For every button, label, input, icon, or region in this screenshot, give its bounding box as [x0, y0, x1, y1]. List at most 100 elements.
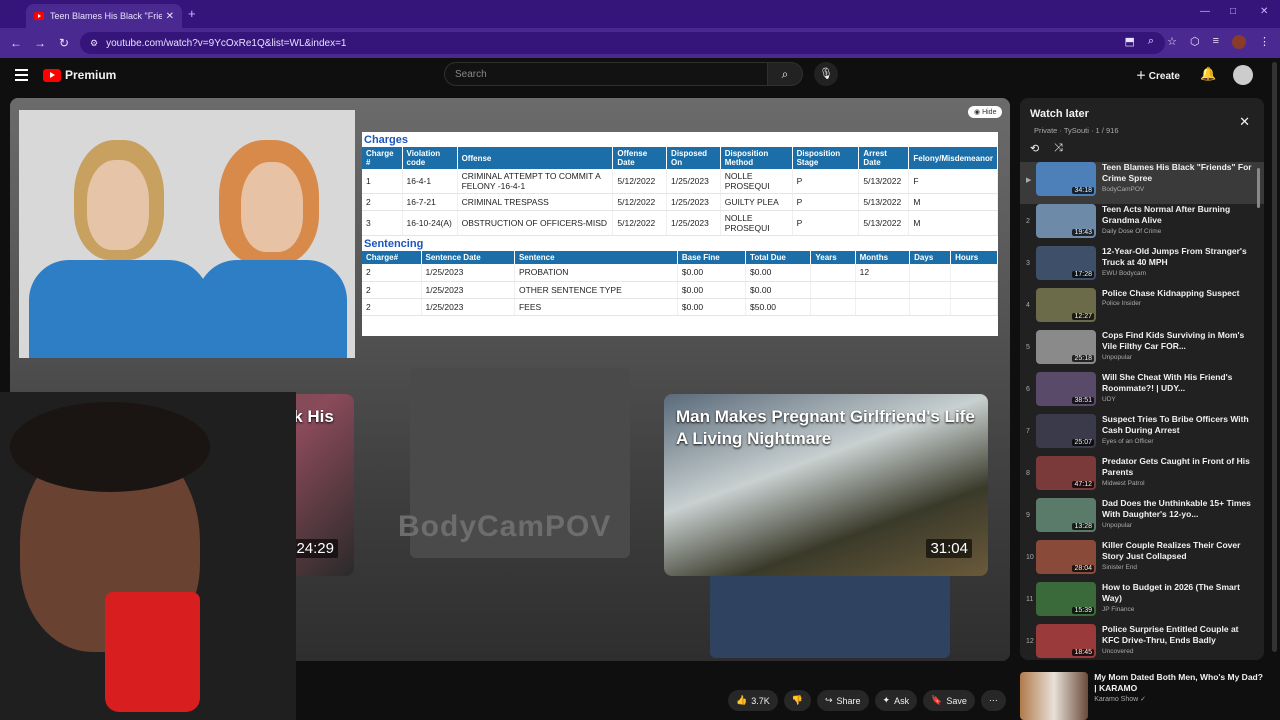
- playlist-channel: Uncovered: [1102, 647, 1134, 655]
- streamer-facecam: [0, 392, 296, 720]
- like-button[interactable]: 👍 3.7K: [728, 690, 778, 711]
- playlist-index: 7: [1026, 428, 1030, 435]
- table-cell: 1/25/2023: [666, 193, 721, 211]
- table-cell: [855, 298, 911, 316]
- back-icon[interactable]: ←: [4, 36, 28, 50]
- playlist-title: Watch later: [1030, 108, 1089, 120]
- court-records-panel: Charges Charge # Violation code Offense Off…: [362, 132, 998, 336]
- endcard-video-2[interactable]: Man Makes Pregnant Girlfriend's Life A L…: [664, 394, 988, 576]
- youtube-header: Premium Search ⌕ 🎙 ＋ Create 🔔: [0, 58, 1280, 94]
- table-cell: 1: [362, 169, 403, 194]
- account-avatar[interactable]: [1233, 65, 1253, 85]
- voice-search-button[interactable]: 🎙: [814, 62, 838, 86]
- video-actions: 👍 3.7K 👎 ↪ Share ✦ Ask 🔖 Save ⋯: [728, 690, 1006, 711]
- table-row: 3 16-10-24(A) OBSTRUCTION OF OFFICERS-MISD…: [362, 210, 998, 236]
- table-cell: 5/13/2022: [858, 193, 910, 211]
- close-window-icon[interactable]: ✕: [1260, 6, 1268, 17]
- table-cell: 5/13/2022: [858, 169, 910, 194]
- media-icon[interactable]: ≡: [1213, 35, 1219, 49]
- playlist-item[interactable]: 9 13:28 Dad Does the Unthinkable 15+ Times…: [1020, 498, 1264, 540]
- table-cell: $50.00: [745, 298, 812, 316]
- playlist-item[interactable]: 6 38:51 Will She Cheat With His Friend's R…: [1020, 372, 1264, 414]
- playlist-video-title: Will She Cheat With His Friend's Roommat…: [1102, 372, 1233, 394]
- table-cell: 1/25/2023: [666, 169, 721, 194]
- endcard-duration: 24:29: [292, 539, 338, 558]
- red-cup: [105, 592, 200, 712]
- hide-button[interactable]: ◉ Hide: [968, 106, 1003, 118]
- face-right: [241, 162, 303, 252]
- playlist-duration: 15:39: [1072, 607, 1094, 614]
- loop-icon[interactable]: ⟲: [1030, 142, 1039, 155]
- playlist-item[interactable]: 12 18:45 Police Surprise Entitled Couple a…: [1020, 624, 1264, 660]
- like-count: 3.7K: [751, 695, 770, 706]
- playlist-item[interactable]: 2 19:43 Teen Acts Normal After Burning Gra…: [1020, 204, 1264, 246]
- page-scrollbar[interactable]: [1272, 62, 1277, 652]
- table-cell: CRIMINAL ATTEMPT TO COMMIT A FELONY -16-…: [457, 169, 614, 194]
- more-actions-button[interactable]: ⋯: [980, 690, 1006, 711]
- hamburger-menu-icon[interactable]: [15, 69, 28, 84]
- maximize-icon[interactable]: □: [1230, 6, 1236, 17]
- mugshot-image: [19, 110, 355, 358]
- profile-avatar[interactable]: [1232, 35, 1246, 49]
- search-button[interactable]: ⌕: [767, 62, 803, 86]
- install-icon[interactable]: ⬒: [1125, 35, 1135, 49]
- playlist-item[interactable]: 3 17:28 12-Year-Old Jumps From Stranger's …: [1020, 246, 1264, 288]
- column-header: Days: [909, 251, 952, 264]
- close-tab-icon[interactable]: ✕: [166, 11, 174, 22]
- shuffle-icon[interactable]: ⤨: [1054, 142, 1063, 155]
- create-button[interactable]: ＋ Create: [1136, 67, 1180, 82]
- playlist-scrollbar[interactable]: [1257, 168, 1260, 208]
- playlist-item[interactable]: 4 12:27 Police Chase Kidnapping Suspect Pol…: [1020, 288, 1264, 330]
- playlist-video-title: Dad Does the Unthinkable 15+ Times With …: [1102, 498, 1251, 520]
- table-cell: 16-4-1: [402, 169, 458, 194]
- table-cell: 5/12/2022: [612, 193, 668, 211]
- search-icon: ⌕: [781, 67, 789, 81]
- playlist-index: 12: [1026, 638, 1034, 645]
- bookmark-star-icon[interactable]: ☆: [1167, 35, 1177, 49]
- playlist-item[interactable]: 7 25:07 Suspect Tries To Bribe Officers Wi…: [1020, 414, 1264, 456]
- minimize-icon[interactable]: —: [1200, 6, 1210, 17]
- recommended-video[interactable]: My Mom Dated Both Men, Who's My Dad? | K…: [1020, 672, 1264, 720]
- table-cell: FEES: [514, 298, 678, 316]
- ask-button[interactable]: ✦ Ask: [874, 690, 918, 711]
- search-input[interactable]: Search: [444, 62, 768, 86]
- close-playlist-icon[interactable]: ✕: [1239, 114, 1250, 130]
- extensions-icon[interactable]: ⬡: [1190, 35, 1200, 49]
- playlist-duration: 34:18: [1072, 187, 1094, 194]
- playlist-item[interactable]: 10 28:04 Killer Couple Realizes Their Cove…: [1020, 540, 1264, 582]
- address-bar[interactable]: ⚙ youtube.com/watch?v=9YcOxRe1Q&list=WL&…: [80, 32, 1165, 54]
- toolbar-icons: ⬒ ⌕ ☆ ⬡ ≡ ⋮: [1125, 35, 1270, 49]
- zoom-icon[interactable]: ⌕: [1148, 35, 1154, 49]
- playlist-thumbnail: 34:18: [1036, 162, 1096, 196]
- reload-icon[interactable]: ↻: [52, 36, 76, 50]
- column-header: Offense Date: [612, 147, 668, 169]
- forward-icon[interactable]: →: [28, 36, 52, 50]
- youtube-logo[interactable]: Premium: [43, 68, 116, 82]
- new-tab-icon[interactable]: +: [188, 6, 196, 21]
- share-button[interactable]: ↪ Share: [816, 690, 869, 711]
- plus-icon: ＋: [1136, 71, 1146, 82]
- table-cell: [950, 281, 998, 299]
- menu-icon[interactable]: ⋮: [1259, 35, 1270, 49]
- playlist-item[interactable]: 11 15:39 How to Budget in 2026 (The Smart …: [1020, 582, 1264, 624]
- notifications-bell-icon[interactable]: 🔔: [1200, 66, 1216, 82]
- dislike-button[interactable]: 👎: [783, 690, 811, 711]
- table-cell: 2: [362, 193, 403, 211]
- video-blur-region: [710, 568, 950, 658]
- playlist-channel: EWU Bodycam: [1102, 269, 1147, 277]
- sparkle-icon: ✦: [882, 695, 891, 705]
- endcard-duration: 31:04: [926, 539, 972, 558]
- table-cell: OBSTRUCTION OF OFFICERS-MISD: [457, 210, 614, 236]
- playlist-duration: 18:45: [1072, 649, 1094, 656]
- playlist-channel: Unpopular: [1102, 521, 1132, 529]
- playlist-item[interactable]: 8 47:12 Predator Gets Caught in Front of H…: [1020, 456, 1264, 498]
- playlist-duration: 17:28: [1072, 271, 1094, 278]
- browser-tab[interactable]: Teen Blames His Black "Friends" ✕: [26, 4, 182, 28]
- bookmark-icon: 🔖: [931, 695, 943, 705]
- playlist-item[interactable]: 5 25:18 Cops Find Kids Surviving in Mom's …: [1020, 330, 1264, 372]
- playlist-item[interactable]: ▶ 34:18 Teen Blames His Black "Friends" Fo…: [1020, 162, 1264, 204]
- table-row: 2 1/25/2023 PROBATION $0.00 $0.00 12: [362, 264, 998, 282]
- save-button[interactable]: 🔖 Save: [923, 690, 975, 711]
- site-info-icon[interactable]: ⚙: [90, 38, 98, 49]
- column-header: Charge#: [362, 251, 422, 264]
